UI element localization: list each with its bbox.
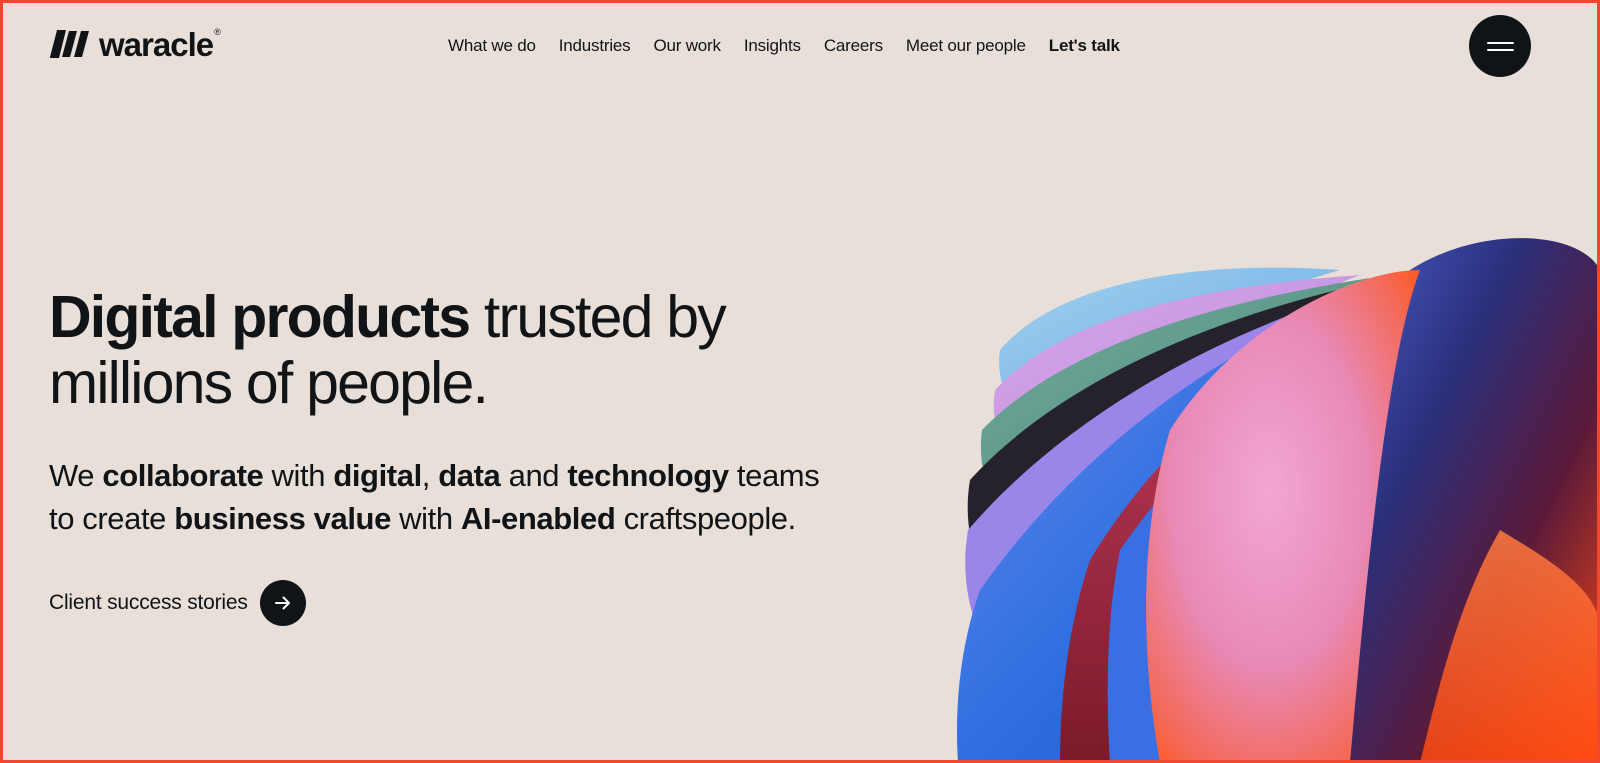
hero-artwork	[956, 238, 1600, 763]
brand-name: waracle®	[99, 25, 221, 63]
cta-label: Client success stories	[49, 591, 248, 614]
brand-logo[interactable]: waracle®	[49, 25, 221, 63]
nav-item-careers[interactable]: Careers	[824, 36, 883, 56]
main-nav: What we do Industries Our work Insights …	[448, 36, 1120, 56]
waracle-logo-mark-icon	[49, 30, 91, 58]
hero-headline: Digital products trusted by millions of …	[49, 284, 727, 416]
hamburger-icon	[1486, 41, 1514, 51]
nav-item-insights[interactable]: Insights	[744, 36, 801, 56]
nav-item-lets-talk[interactable]: Let's talk	[1049, 36, 1120, 56]
nav-item-meet-our-people[interactable]: Meet our people	[906, 36, 1026, 56]
menu-button[interactable]	[1469, 15, 1531, 77]
client-success-stories-link[interactable]: Client success stories	[49, 580, 306, 626]
page: waracle® What we do Industries Our work …	[0, 0, 1600, 763]
arrow-right-icon	[274, 596, 290, 610]
nav-item-our-work[interactable]: Our work	[653, 36, 721, 56]
cta-arrow-button[interactable]	[259, 580, 306, 626]
hero-subheading: We collaborate with digital, data and te…	[49, 458, 820, 536]
nav-item-industries[interactable]: Industries	[559, 36, 631, 56]
nav-item-what-we-do[interactable]: What we do	[448, 36, 536, 56]
